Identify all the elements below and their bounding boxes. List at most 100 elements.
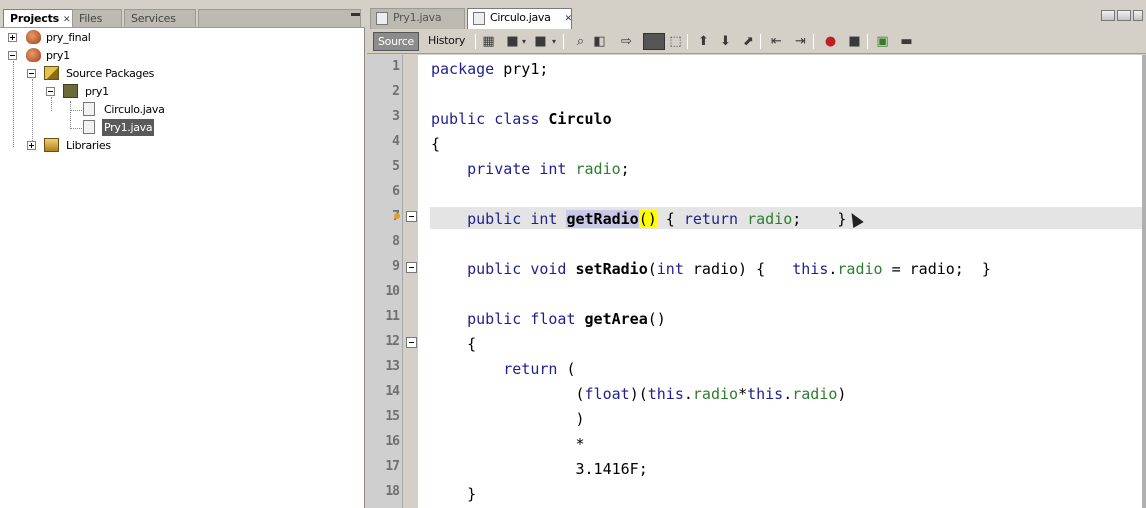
toggle-rectangular-selection-icon[interactable]: ⬚ (667, 33, 684, 50)
line-number: 11 (385, 309, 400, 324)
start-macro-icon[interactable]: ● (822, 33, 839, 50)
tree-item-package-pry1[interactable]: pry1 (0, 83, 200, 100)
tab-pry1-java[interactable]: Pry1.java (370, 8, 465, 29)
tree-item-pry1[interactable]: pry1 (0, 47, 200, 64)
tab-overflow (198, 9, 361, 27)
find-icon[interactable]: ⌕ (572, 33, 589, 50)
code-line: 3.1416F; (431, 460, 648, 478)
project-icon (26, 30, 41, 44)
find-previous-icon[interactable]: ◧ (591, 33, 608, 50)
restore-window-icon[interactable] (1133, 10, 1143, 21)
tree-item-label: Circulo.java (104, 103, 165, 116)
fold-toggle-icon[interactable] (406, 262, 417, 273)
expand-icon[interactable] (8, 33, 17, 42)
line-number: 1 (392, 59, 400, 74)
line-number: 3 (392, 109, 400, 124)
line-number: 15 (385, 409, 400, 424)
close-icon[interactable]: ✕ (63, 15, 71, 25)
fold-toggle-icon[interactable] (406, 337, 417, 348)
toolbar-separator (563, 34, 564, 49)
source-packages-icon (44, 66, 59, 80)
code-editor[interactable]: package pry1; public class Circulo { pri… (418, 55, 1142, 508)
editor-toolbar: Source History ▦ ■ ▾ ■ ▾ ⌕ ◧ ⇨ ⬚ ⬆ ⬇ ⬈ ⇤… (367, 29, 1146, 54)
toolbar-separator (867, 34, 868, 49)
previous-bookmark-icon[interactable]: ⬆ (695, 33, 712, 50)
close-icon[interactable]: ✕ (565, 14, 573, 24)
tree-item-label: pry1 (85, 85, 109, 98)
find-next-icon[interactable]: ⇨ (618, 33, 635, 50)
tree-item-label: pry_final (46, 31, 91, 44)
code-line: return ( (503, 360, 576, 378)
tab-services[interactable]: Services (124, 9, 196, 27)
line-number: 4 (392, 134, 400, 149)
tab-list-icon[interactable] (1117, 10, 1131, 21)
history-button[interactable]: History (424, 32, 469, 51)
code-line: * (431, 435, 585, 453)
tab-label: Circulo.java (490, 11, 551, 24)
tree-item-label: Pry1.java (102, 119, 155, 136)
vertical-scrollbar[interactable] (1142, 55, 1146, 508)
tree-item-circulo-java[interactable]: Circulo.java (0, 101, 200, 118)
line-number: 17 (385, 459, 400, 474)
line-number: 2 (392, 84, 400, 99)
line-number: 8 (392, 234, 400, 249)
shift-right-icon[interactable]: ⇥ (792, 33, 809, 50)
tab-files[interactable]: Files (72, 9, 122, 27)
code-line: (float)(this.radio*this.radio) (431, 385, 847, 403)
tree-item-label: pry1 (46, 49, 70, 62)
collapse-icon[interactable] (46, 87, 55, 96)
uncomment-icon[interactable]: ▬ (898, 33, 915, 50)
collapse-icon[interactable] (8, 51, 17, 60)
last-edit-icon[interactable]: ▦ (480, 33, 497, 50)
tree-item-label: Libraries (66, 139, 111, 152)
code-line: private int radio; (467, 160, 630, 178)
line-number-gutter: 1 2 3 4 5 6 7 8 9 10 11 12 13 14 15 16 1… (367, 55, 403, 508)
expand-icon[interactable] (27, 141, 36, 150)
line-number: 18 (385, 484, 400, 499)
java-file-icon (83, 120, 95, 134)
source-button[interactable]: Source (373, 32, 419, 51)
tab-circulo-java[interactable]: Circulo.java ✕ (467, 8, 572, 29)
collapse-icon[interactable] (27, 69, 36, 78)
toolbar-separator (687, 34, 688, 49)
code-line: { (431, 335, 477, 353)
comment-icon[interactable]: ▣ (874, 33, 891, 50)
back-icon[interactable]: ■ (504, 33, 521, 50)
code-line: { (431, 135, 441, 153)
chevron-down-icon[interactable]: ▾ (550, 33, 558, 50)
tab-files-label: Files (79, 12, 103, 25)
tree-item-libraries[interactable]: Libraries (0, 137, 200, 154)
bookmark-icon (394, 213, 400, 219)
line-number: 10 (385, 284, 400, 299)
code-line: public float getArea() (467, 310, 666, 328)
libraries-icon (44, 138, 59, 152)
shift-left-icon[interactable]: ⇤ (768, 33, 785, 50)
line-number: 9 (392, 259, 400, 274)
fold-toggle-icon[interactable] (406, 211, 417, 222)
stop-macro-icon[interactable]: ■ (846, 33, 863, 50)
package-icon (63, 84, 78, 98)
code-line: public void setRadio(int radio) { this.r… (467, 260, 991, 278)
tree-item-pry1-java[interactable]: Pry1.java (0, 119, 200, 136)
chevron-down-icon[interactable]: ▾ (520, 33, 528, 50)
project-icon (26, 48, 41, 62)
line-number: 5 (392, 159, 400, 174)
line-number: 14 (385, 384, 400, 399)
forward-icon[interactable]: ■ (532, 33, 549, 50)
code-line: } (431, 485, 477, 503)
tree-item-pry-final[interactable]: pry_final (0, 29, 200, 46)
line-number: 6 (392, 184, 400, 199)
minimize-icon[interactable] (351, 13, 360, 19)
line-number: 16 (385, 434, 400, 449)
line-number: 13 (385, 359, 400, 374)
tree-item-source-packages[interactable]: Source Packages (0, 65, 200, 82)
code-line: ) (431, 410, 585, 428)
tree-item-label: Source Packages (66, 67, 155, 80)
next-bookmark-icon[interactable]: ⬇ (717, 33, 734, 50)
toggle-bookmark-icon[interactable]: ⬈ (740, 33, 757, 50)
toggle-highlight-icon[interactable] (643, 33, 665, 50)
scroll-tabs-left-icon[interactable] (1101, 10, 1115, 21)
java-file-icon (376, 12, 388, 25)
code-line: public class Circulo (431, 110, 612, 128)
tab-projects[interactable]: Projects ✕ (3, 9, 78, 27)
